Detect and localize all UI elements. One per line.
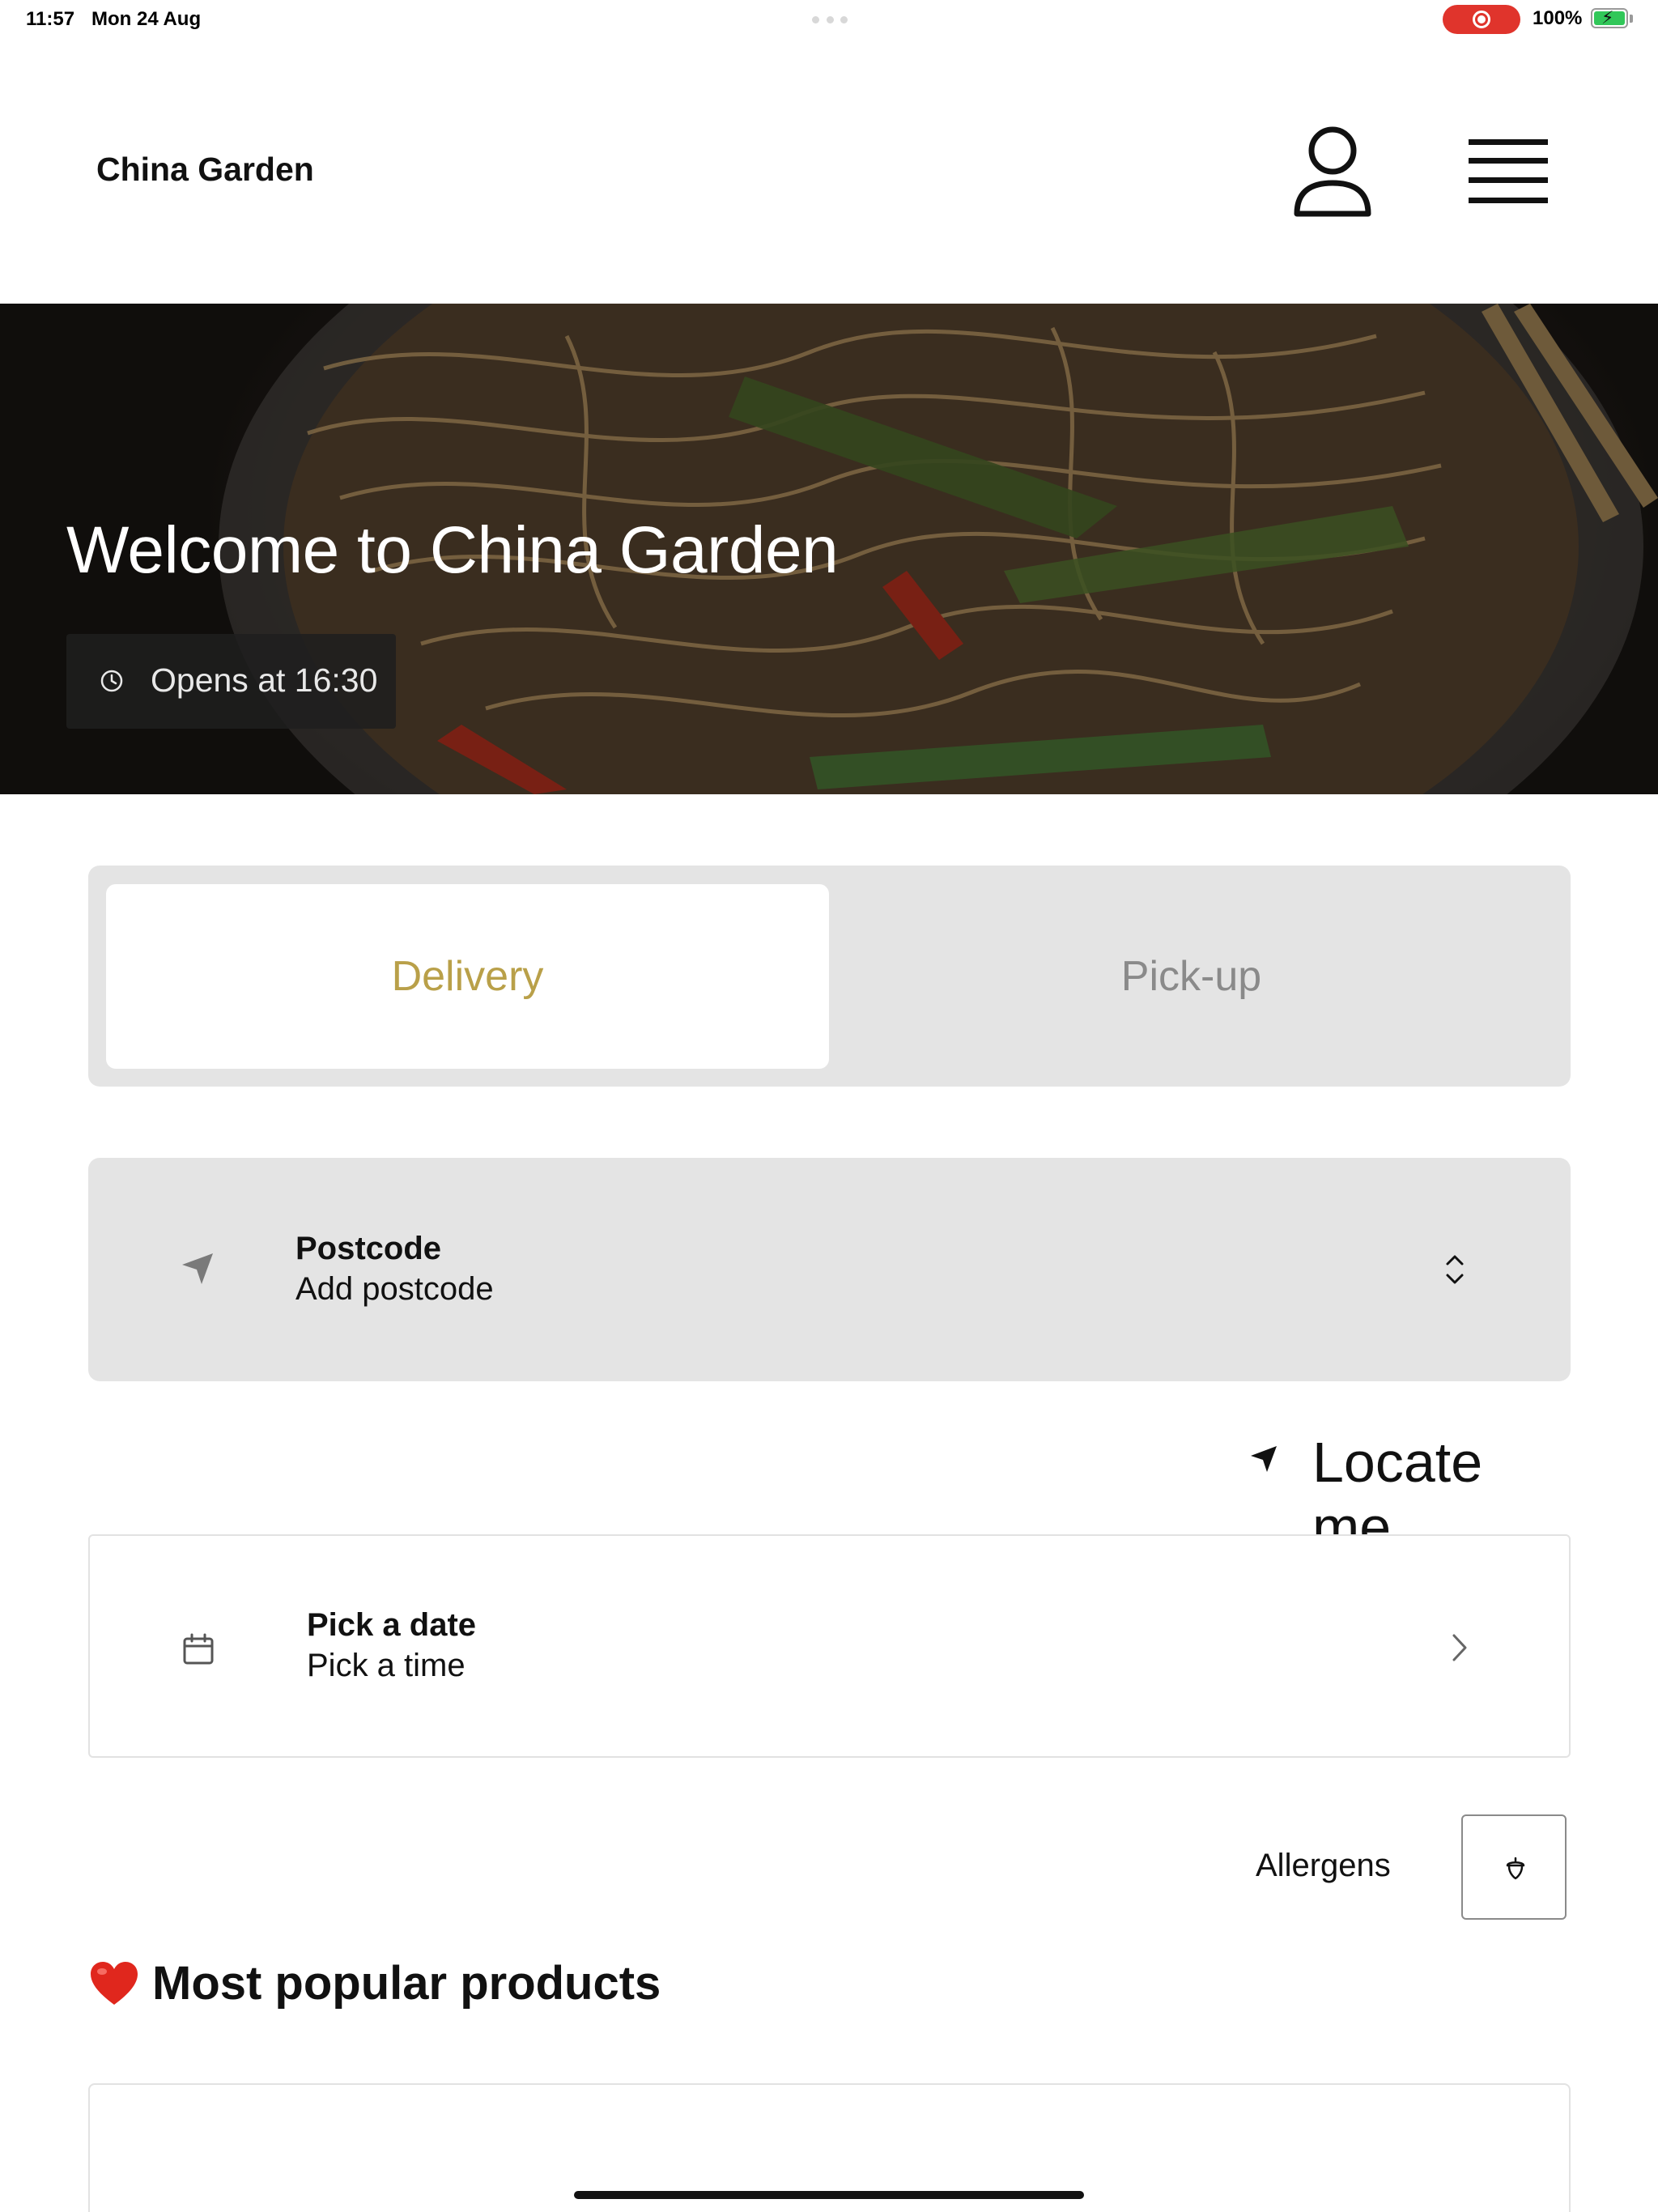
battery-percent: 100% bbox=[1533, 7, 1583, 29]
multitasking-dots[interactable] bbox=[812, 16, 848, 23]
pickup-option[interactable]: Pick-up bbox=[830, 884, 1553, 1069]
time-label: Pick a time bbox=[307, 1648, 466, 1683]
date-time-picker[interactable]: Pick a date Pick a time bbox=[88, 1534, 1571, 1758]
delivery-option[interactable]: Delivery bbox=[106, 884, 829, 1069]
location-arrow-icon bbox=[1251, 1446, 1277, 1472]
screen-recording-indicator[interactable] bbox=[1443, 5, 1520, 34]
postcode-value: Add postcode bbox=[295, 1271, 494, 1307]
calendar-icon bbox=[183, 1633, 214, 1665]
chevron-right-icon bbox=[1452, 1634, 1467, 1661]
opening-hours-badge: Opens at 16:30 bbox=[66, 634, 396, 729]
heart-emoji bbox=[91, 1962, 138, 2005]
hero-banner: Welcome to China Garden Opens at 16:30 bbox=[0, 304, 1658, 794]
allergens-label: Allergens bbox=[1256, 1848, 1391, 1883]
locate-me-button[interactable]: Locate me bbox=[1243, 1425, 1571, 1559]
restaurant-name[interactable]: China Garden bbox=[96, 151, 314, 189]
status-date: Mon 24 Aug bbox=[91, 8, 202, 30]
home-indicator[interactable] bbox=[574, 2191, 1084, 2199]
acorn-icon bbox=[1506, 1857, 1525, 1880]
charging-bolt-icon: ⚡ bbox=[1601, 7, 1614, 28]
postcode-label: Postcode bbox=[295, 1231, 442, 1266]
status-time: 11:57 bbox=[26, 8, 75, 30]
opening-hours-text: Opens at 16:30 bbox=[151, 661, 378, 699]
status-bar: 11:57 Mon 24 Aug 100% ⚡ bbox=[0, 0, 1658, 39]
date-label: Pick a date bbox=[307, 1607, 477, 1643]
popular-products-heading: Most popular products bbox=[152, 1957, 661, 2010]
chevron-up-down-icon bbox=[1446, 1255, 1464, 1284]
order-mode-toggle: Delivery Pick-up bbox=[88, 866, 1571, 1087]
allergens-button[interactable] bbox=[1461, 1814, 1567, 1920]
postcode-selector[interactable]: Postcode Add postcode bbox=[88, 1158, 1571, 1381]
clock-icon bbox=[100, 670, 123, 692]
user-icon[interactable] bbox=[1292, 123, 1373, 222]
location-arrow-icon bbox=[182, 1253, 213, 1284]
hero-title: Welcome to China Garden bbox=[66, 513, 839, 587]
hamburger-menu-icon[interactable] bbox=[1464, 136, 1553, 207]
